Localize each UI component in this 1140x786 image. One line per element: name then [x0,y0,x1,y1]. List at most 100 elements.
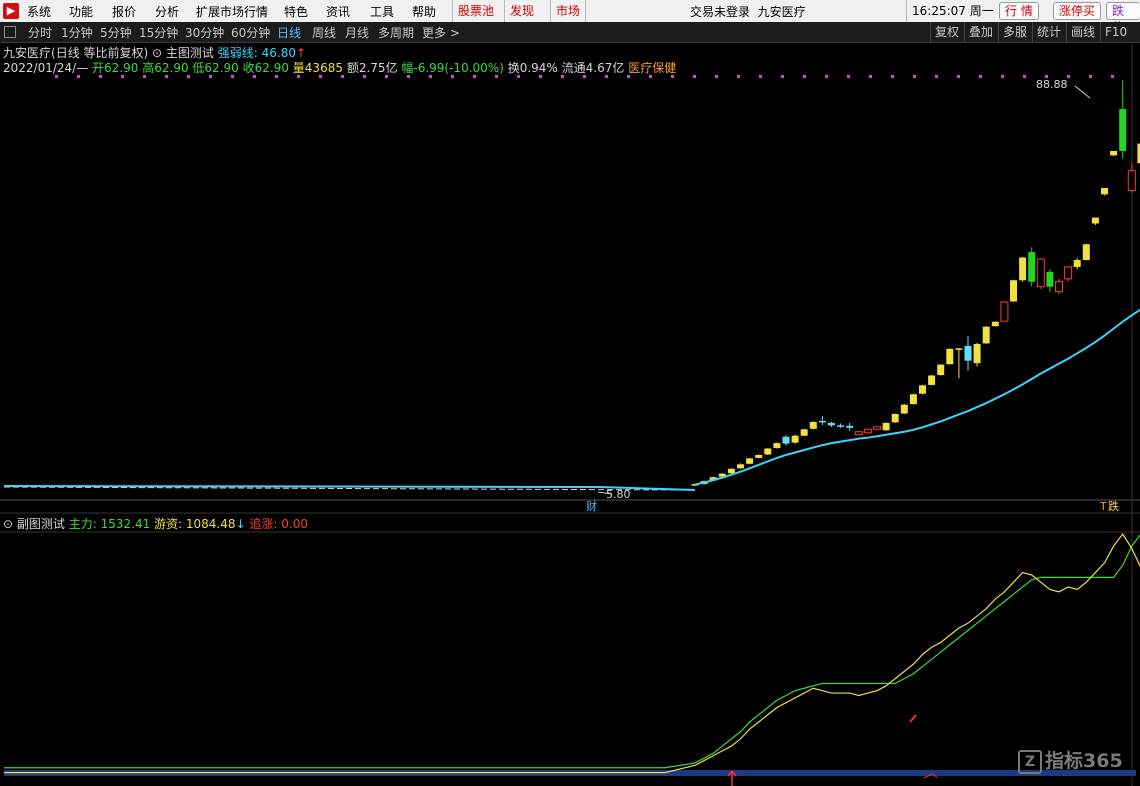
high-line-dot [275,75,278,78]
candle-body [919,385,926,394]
candle-body [1119,109,1127,151]
high-line-dot [473,75,476,78]
candle-body [773,443,781,449]
high-line-dot [803,75,806,78]
candle-body [863,428,872,434]
high-line-dot [231,75,234,78]
main-force-value: 主力: 1532.41 [68,517,151,531]
high-line-dot [869,75,872,78]
candle-body [1046,271,1054,287]
sub-indicator-name[interactable]: 副图测试 [17,517,65,531]
high-line-dot [165,75,168,78]
candle-body [809,421,817,429]
high-line-dot [517,75,520,78]
main-force-line [4,534,1140,769]
high-line-dot [495,75,498,78]
high-price-label: 88.88 [1036,78,1068,91]
candle-body [1073,260,1081,267]
candle-body [1082,244,1090,261]
candle-body [973,343,981,364]
high-line-dot [121,75,124,78]
high-line-dot [781,75,784,78]
high-line-dot [1001,75,1004,78]
candle-body [1064,266,1073,280]
high-line-dot [627,75,630,78]
hot-money-value: 游资: 1084.48 [154,517,236,531]
high-line-dot [99,75,102,78]
high-line-dot [891,75,894,78]
candle-body [828,422,835,426]
high-line-dot [825,75,828,78]
candle-body [737,464,744,469]
high-line-dot [407,75,410,78]
high-line-dot [319,75,322,78]
chase-value: 追涨: 0.00 [249,517,308,531]
candle-body [1110,150,1118,156]
event-marker[interactable]: T [1099,500,1107,513]
high-line-dot [1023,75,1026,78]
candle-body [837,425,845,427]
high-line-dot [253,75,256,78]
limit-down-marker[interactable]: 跌 [1108,499,1119,513]
candle-body [1019,257,1027,281]
high-line-dot [671,75,674,78]
high-line-dot [297,75,300,78]
high-line-dot [649,75,652,78]
watermark-logo: Z 指标365 [1018,746,1123,774]
candle-body [900,404,908,414]
high-line-dot [209,75,212,78]
watermark-z-icon: Z [1018,749,1042,774]
high-line-dot [55,75,58,78]
candle-body [746,458,754,464]
high-line-dot [429,75,432,78]
candle-body [991,321,999,327]
high-pointer-line [1074,85,1091,99]
candle-body [727,468,735,474]
finance-marker[interactable]: 财 [586,499,597,513]
candle-body [891,414,899,423]
high-line-dot [583,75,586,78]
candle-body [1036,258,1045,288]
candle-body [1055,281,1063,293]
hot-money-line [4,532,1140,774]
candle-body [882,422,890,431]
candle-body [818,420,826,423]
candle-body [937,364,945,376]
down-arrow-icon: ↓ [235,517,246,531]
high-line-dot [715,75,718,78]
candle-body [854,431,863,436]
candle-body [846,425,854,428]
candle-body [1010,280,1017,302]
sub-chart-header: ⊙ 副图测试 主力: 1532.41 游资: 1084.48↓ 追涨: 0.00 [3,515,308,532]
high-line-dot [561,75,564,78]
candle-body [982,326,990,344]
high-line-dot [539,75,542,78]
candle-body [964,345,972,361]
high-line-dot [737,75,740,78]
low-price-label: 5.80 [606,488,631,501]
high-line-dot [363,75,366,78]
candle-body [1101,187,1108,195]
candle-body [1000,301,1009,322]
high-line-dot [143,75,146,78]
high-line-dot [913,75,916,78]
high-line-dot [451,75,454,78]
high-line-dot [385,75,388,78]
candle-body [1028,252,1036,282]
kline-chart[interactable]: 88.88 5.80 财 T 跌 [0,0,1140,786]
high-line-dot [759,75,762,78]
high-line-dot [187,75,190,78]
high-line-dot [341,75,344,78]
candle-body [1091,217,1099,224]
sub-indicator-toggle-icon[interactable]: ⊙ [3,517,13,531]
high-line-dot [957,75,960,78]
candle-body [873,426,881,430]
high-line-dot [77,75,80,78]
high-line-dot [979,75,982,78]
candle-body [764,448,772,455]
high-line-dot [1111,75,1114,78]
candle-body [928,375,936,385]
high-line-dot [693,75,696,78]
candle-body [782,436,790,444]
candle-body [791,435,799,443]
